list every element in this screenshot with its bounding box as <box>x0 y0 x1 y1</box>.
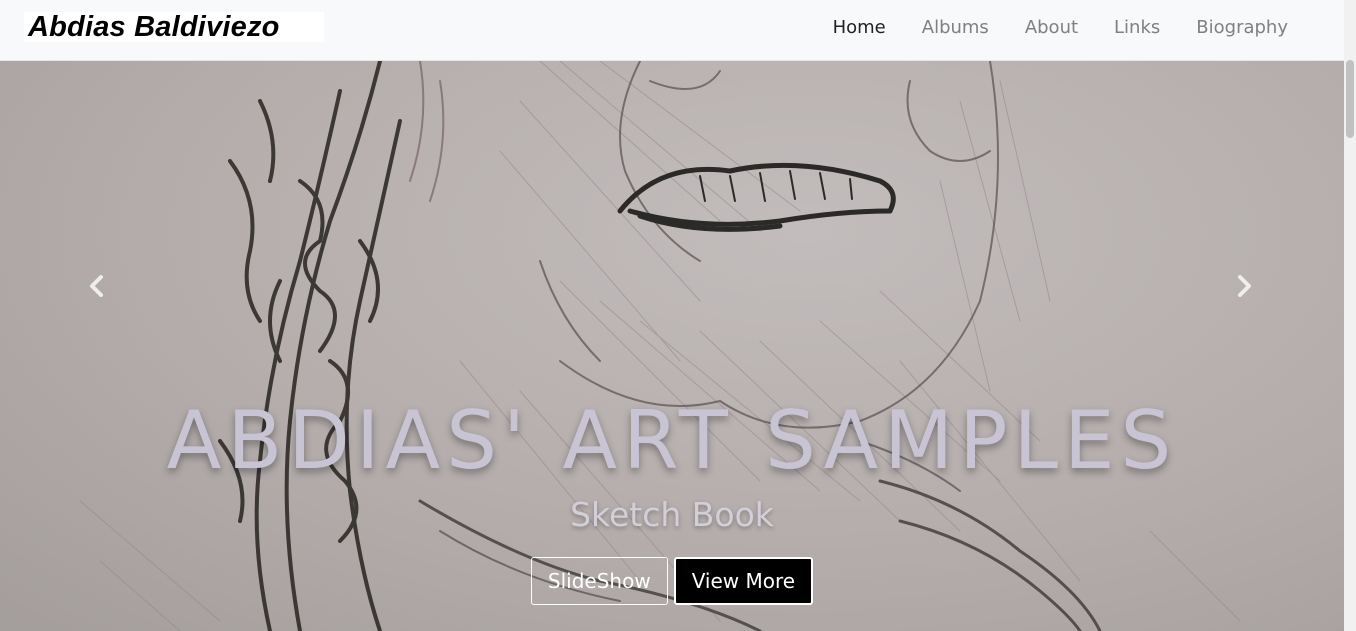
scrollbar-thumb[interactable] <box>1346 60 1354 138</box>
carousel-caption: ABDIAS' ART SAMPLES Sketch Book SlideSho… <box>0 391 1344 605</box>
nav-link-links[interactable]: Links <box>1096 17 1178 38</box>
brand-logo[interactable]: Abdias Baldiviezo <box>24 12 324 42</box>
nav-links: Home Albums About Links Biography <box>815 0 1306 54</box>
nav-link-albums[interactable]: Albums <box>904 17 1007 38</box>
chevron-left-icon <box>90 275 103 297</box>
hero-subtitle: Sketch Book <box>570 495 774 534</box>
nav-link-biography[interactable]: Biography <box>1178 17 1306 38</box>
carousel-prev-control[interactable] <box>47 261 147 311</box>
nav-link-home[interactable]: Home <box>815 17 904 38</box>
slideshow-button[interactable]: SlideShow <box>530 557 668 605</box>
hero-carousel: ABDIAS' ART SAMPLES Sketch Book SlideSho… <box>0 61 1344 631</box>
carousel-next-control[interactable] <box>1194 261 1294 311</box>
chevron-right-icon <box>1238 275 1251 297</box>
view-more-button[interactable]: View More <box>673 557 814 605</box>
nav-link-about[interactable]: About <box>1007 17 1096 38</box>
navbar: Abdias Baldiviezo Home Albums About Link… <box>0 0 1344 61</box>
hero-buttons: SlideShow View More <box>0 557 1344 605</box>
hero-title: ABDIAS' ART SAMPLES <box>166 394 1178 487</box>
page-scrollbar[interactable] <box>1344 0 1356 631</box>
